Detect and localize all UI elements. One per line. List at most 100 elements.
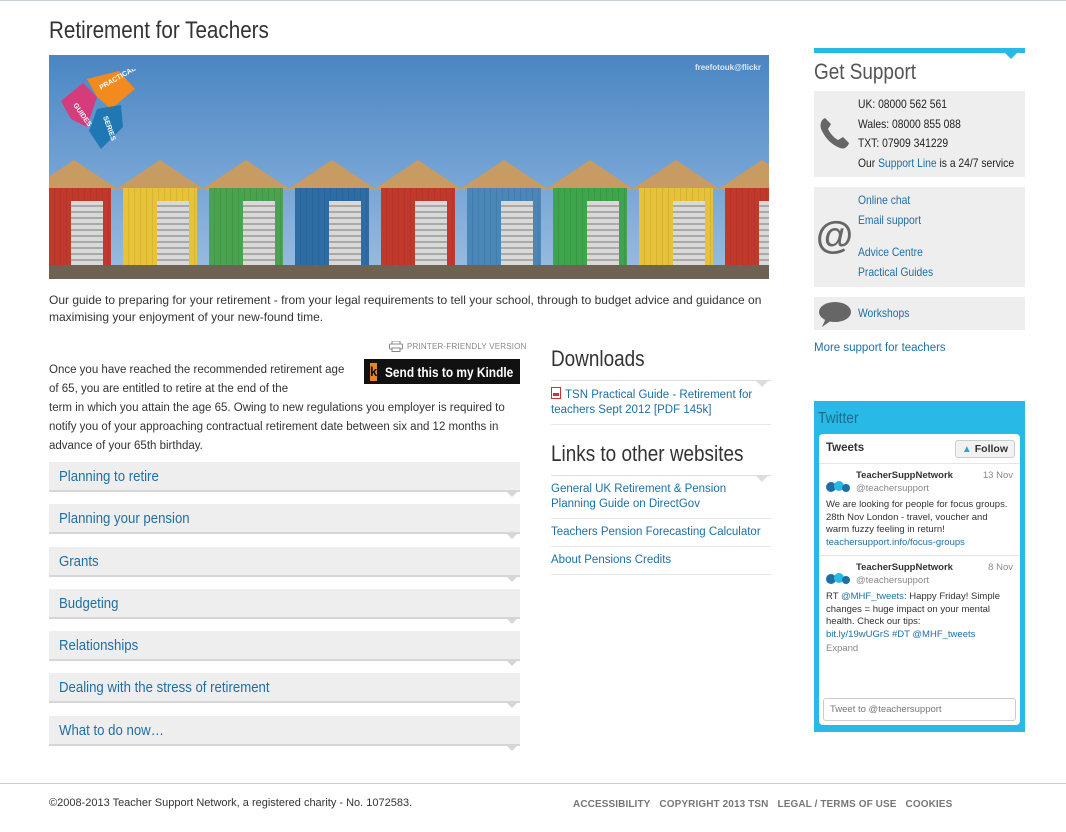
workshops-link[interactable]: Workshops bbox=[858, 306, 909, 320]
workshops-box: Workshops bbox=[814, 297, 1025, 330]
avatar bbox=[826, 573, 850, 584]
link-item: About Pensions Credits bbox=[551, 547, 771, 575]
tweet-expand[interactable]: Expand bbox=[826, 643, 1013, 656]
advice-centre-link[interactable]: Advice Centre bbox=[858, 245, 923, 259]
footer-cookies-link[interactable]: COOKIES bbox=[906, 799, 953, 810]
hut-body bbox=[639, 188, 713, 265]
pdf-icon bbox=[551, 387, 561, 399]
phone-wales: Wales: 08000 855 088 bbox=[858, 116, 961, 131]
beach-hut bbox=[717, 160, 769, 265]
at-sign-icon: @ bbox=[816, 215, 854, 257]
body-part-2: term in which you attain the age 65. Owi… bbox=[49, 402, 505, 452]
support-heading: Get Support bbox=[814, 59, 917, 84]
download-pdf-link[interactable]: TSN Practical Guide - Retirement for tea… bbox=[551, 387, 771, 418]
hut-body bbox=[209, 188, 283, 265]
beach-hut bbox=[287, 160, 377, 265]
hero-image: freefotouk@flickr PRACTICAL GUIDES SERIE… bbox=[49, 55, 769, 279]
tweet-text: We are looking for people for focus grou… bbox=[826, 499, 1008, 535]
more-support-link[interactable]: More support for teachers bbox=[814, 342, 946, 354]
accordion-label: Budgeting bbox=[59, 594, 119, 612]
tweet-link[interactable]: bit.ly/19wUGrS #DT @MHF_tweets bbox=[826, 629, 975, 640]
footer-rule bbox=[0, 783, 1066, 784]
hut-door bbox=[501, 201, 533, 265]
printer-label: PRINTER-FRIENDLY VERSION bbox=[407, 342, 527, 351]
accordion-label: Grants bbox=[59, 552, 99, 570]
downloads-heading: Downloads bbox=[551, 346, 645, 371]
footer-copyright: ©2008-2013 Teacher Support Network, a re… bbox=[49, 797, 413, 809]
accordion-what-to-do-now[interactable]: What to do now… bbox=[49, 715, 520, 751]
download-item: TSN Practical Guide - Retirement for tea… bbox=[551, 381, 771, 425]
hut-door bbox=[587, 201, 619, 265]
tweet-mention[interactable]: @MHF_tweets bbox=[841, 591, 904, 602]
beach-hut bbox=[115, 160, 205, 265]
support-line-prefix: Our bbox=[858, 155, 876, 170]
tweets-title: Tweets bbox=[826, 442, 865, 454]
footer-accessibility-link[interactable]: ACCESSIBILITY bbox=[573, 799, 650, 810]
hut-roof bbox=[49, 160, 119, 190]
follow-button[interactable]: ▲ Follow bbox=[954, 440, 1015, 458]
downloads-rule bbox=[551, 380, 771, 387]
support-line-text: Our Support Line is a 24/7 service bbox=[858, 154, 1014, 174]
twitter-widget: Twitter Tweets ▲ Follow TeacherSuppNetwor… bbox=[814, 401, 1025, 732]
downloads-section: Downloads TSN Practical Guide - Retireme… bbox=[551, 346, 771, 425]
chevron-down-icon bbox=[506, 491, 518, 497]
accordion-grants[interactable]: Grants bbox=[49, 546, 520, 582]
accordion-planning-to-retire[interactable]: Planning to retire bbox=[49, 462, 520, 497]
chevron-down-icon bbox=[506, 575, 518, 582]
accordion-relationships[interactable]: Relationships bbox=[49, 631, 520, 667]
body-text: Once you have reached the recommended re… bbox=[49, 361, 519, 456]
accordion-label: Relationships bbox=[59, 637, 139, 655]
tweet-handle: @teachersupport bbox=[856, 482, 930, 494]
email-support-link[interactable]: Email support bbox=[858, 213, 921, 227]
twitter-heading: Twitter bbox=[818, 410, 859, 427]
tweet-date[interactable]: 8 Nov bbox=[988, 562, 1013, 575]
top-border bbox=[0, 0, 1066, 1]
chevron-down-icon bbox=[506, 702, 518, 709]
accordion-dealing-with-stress[interactable]: Dealing with the stress of retirement bbox=[49, 673, 520, 709]
tweet-text: RT @MHF_tweets: Happy Friday! Simple cha… bbox=[826, 591, 1013, 629]
phone-uk: UK: 08000 562 561 bbox=[858, 97, 947, 111]
links-rule bbox=[551, 475, 771, 482]
timeline-header: Tweets ▲ Follow bbox=[819, 434, 1020, 464]
topic-accordion: Planning to retire Planning your pension… bbox=[49, 462, 520, 758]
support-line-suffix: is a 24/7 service bbox=[939, 155, 1015, 170]
link-pension-credits[interactable]: About Pensions Credits bbox=[551, 553, 771, 568]
hut-door bbox=[673, 201, 705, 265]
accordion-planning-your-pension[interactable]: Planning your pension bbox=[49, 504, 520, 540]
tweet-date[interactable]: 13 Nov bbox=[983, 470, 1013, 483]
hut-body bbox=[123, 188, 197, 265]
chevron-down-icon bbox=[506, 617, 518, 624]
link-pension-calculator[interactable]: Teachers Pension Forecasting Calculator bbox=[551, 525, 771, 540]
body-part-1: Once you have reached the recommended re… bbox=[49, 364, 345, 395]
support-accent-bar bbox=[814, 48, 1025, 59]
footer-copyright-link[interactable]: COPYRIGHT 2013 TSN bbox=[659, 799, 768, 810]
hut-body bbox=[381, 188, 455, 265]
chevron-down-icon bbox=[506, 744, 518, 751]
hut-body bbox=[49, 188, 111, 265]
hut-roof bbox=[287, 160, 377, 190]
beach-hut bbox=[49, 160, 119, 265]
online-chat-link[interactable]: Online chat bbox=[858, 193, 910, 207]
photo-credit: freefotouk@flickr bbox=[694, 63, 761, 72]
link-directgov[interactable]: General UK Retirement & Pension Planning… bbox=[551, 482, 771, 512]
tweet-link[interactable]: teachersupport.info/focus-groups bbox=[826, 537, 965, 548]
accordion-budgeting[interactable]: Budgeting bbox=[49, 588, 520, 624]
printer-friendly-link[interactable]: PRINTER-FRIENDLY VERSION bbox=[389, 341, 527, 352]
twitter-timeline[interactable]: Tweets ▲ Follow TeacherSuppNetwork @teach… bbox=[819, 434, 1020, 725]
workshops-text: Workshops bbox=[858, 304, 909, 324]
hut-door bbox=[243, 201, 275, 265]
tweet: TeacherSuppNetwork @teachersupport 8 Nov… bbox=[819, 556, 1020, 662]
practical-guides-link[interactable]: Practical Guides bbox=[858, 265, 933, 279]
footer-legal-link[interactable]: LEGAL / TERMS OF USE bbox=[777, 799, 896, 810]
avatar bbox=[826, 481, 850, 492]
tweet-compose-input[interactable]: Tweet to @teachersupport bbox=[823, 698, 1016, 721]
page-title: Retirement for Teachers bbox=[49, 17, 269, 44]
beach-hut bbox=[373, 160, 463, 265]
support-line-link[interactable]: Support Line bbox=[878, 156, 937, 170]
phone-icon bbox=[820, 118, 849, 149]
chevron-down-icon bbox=[506, 660, 518, 667]
tweet-handle: @teachersupport bbox=[856, 574, 930, 586]
practical-guides-badge-icon: PRACTICAL GUIDES SERIES bbox=[61, 69, 138, 149]
hut-roof bbox=[631, 160, 721, 190]
hut-door bbox=[759, 201, 769, 265]
